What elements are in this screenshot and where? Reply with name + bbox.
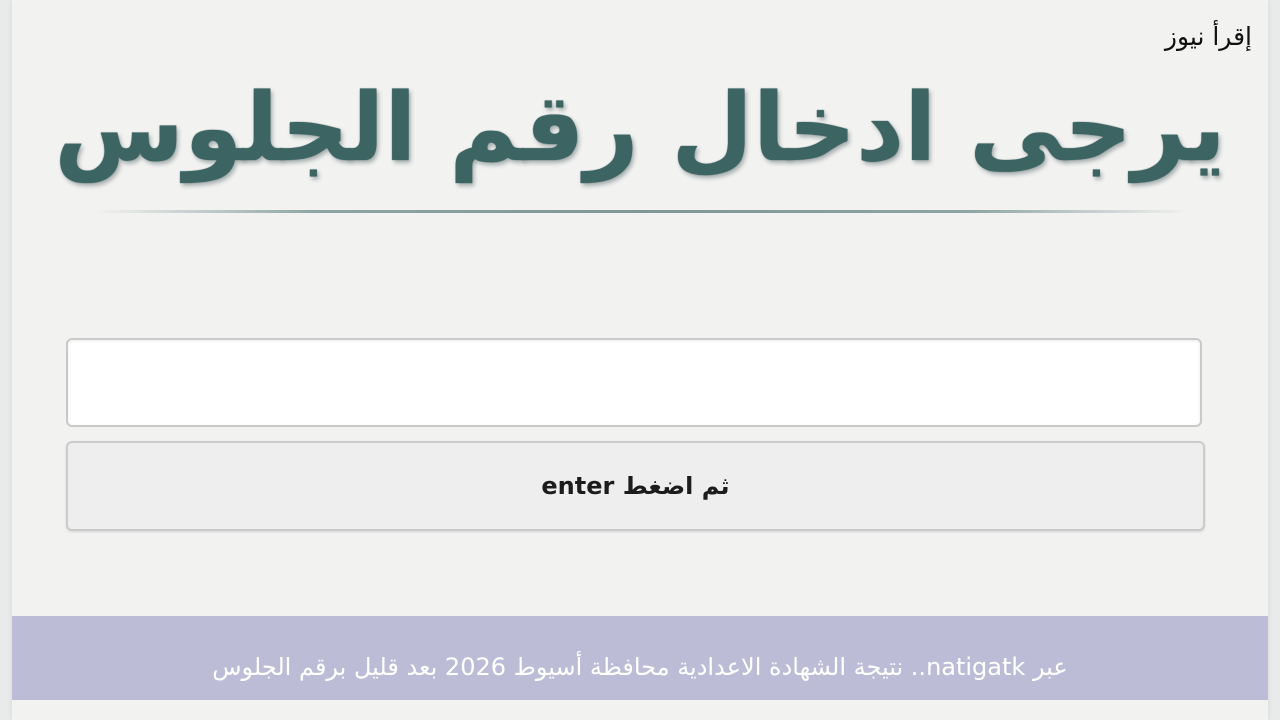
- seat-number-input[interactable]: [66, 338, 1202, 427]
- enter-button-label: ثم اضغط enter: [541, 472, 730, 500]
- caption-bar: عبر natigatk.. نتيجة الشهادة الاعدادية م…: [12, 616, 1268, 700]
- brand-watermark: إقرأ نيوز: [1164, 22, 1252, 51]
- title-divider: [95, 210, 1190, 213]
- enter-button[interactable]: ثم اضغط enter: [66, 441, 1205, 531]
- caption-text: عبر natigatk.. نتيجة الشهادة الاعدادية م…: [212, 653, 1068, 681]
- page-title: يرجى ادخال رقم الجلوس: [54, 73, 1226, 183]
